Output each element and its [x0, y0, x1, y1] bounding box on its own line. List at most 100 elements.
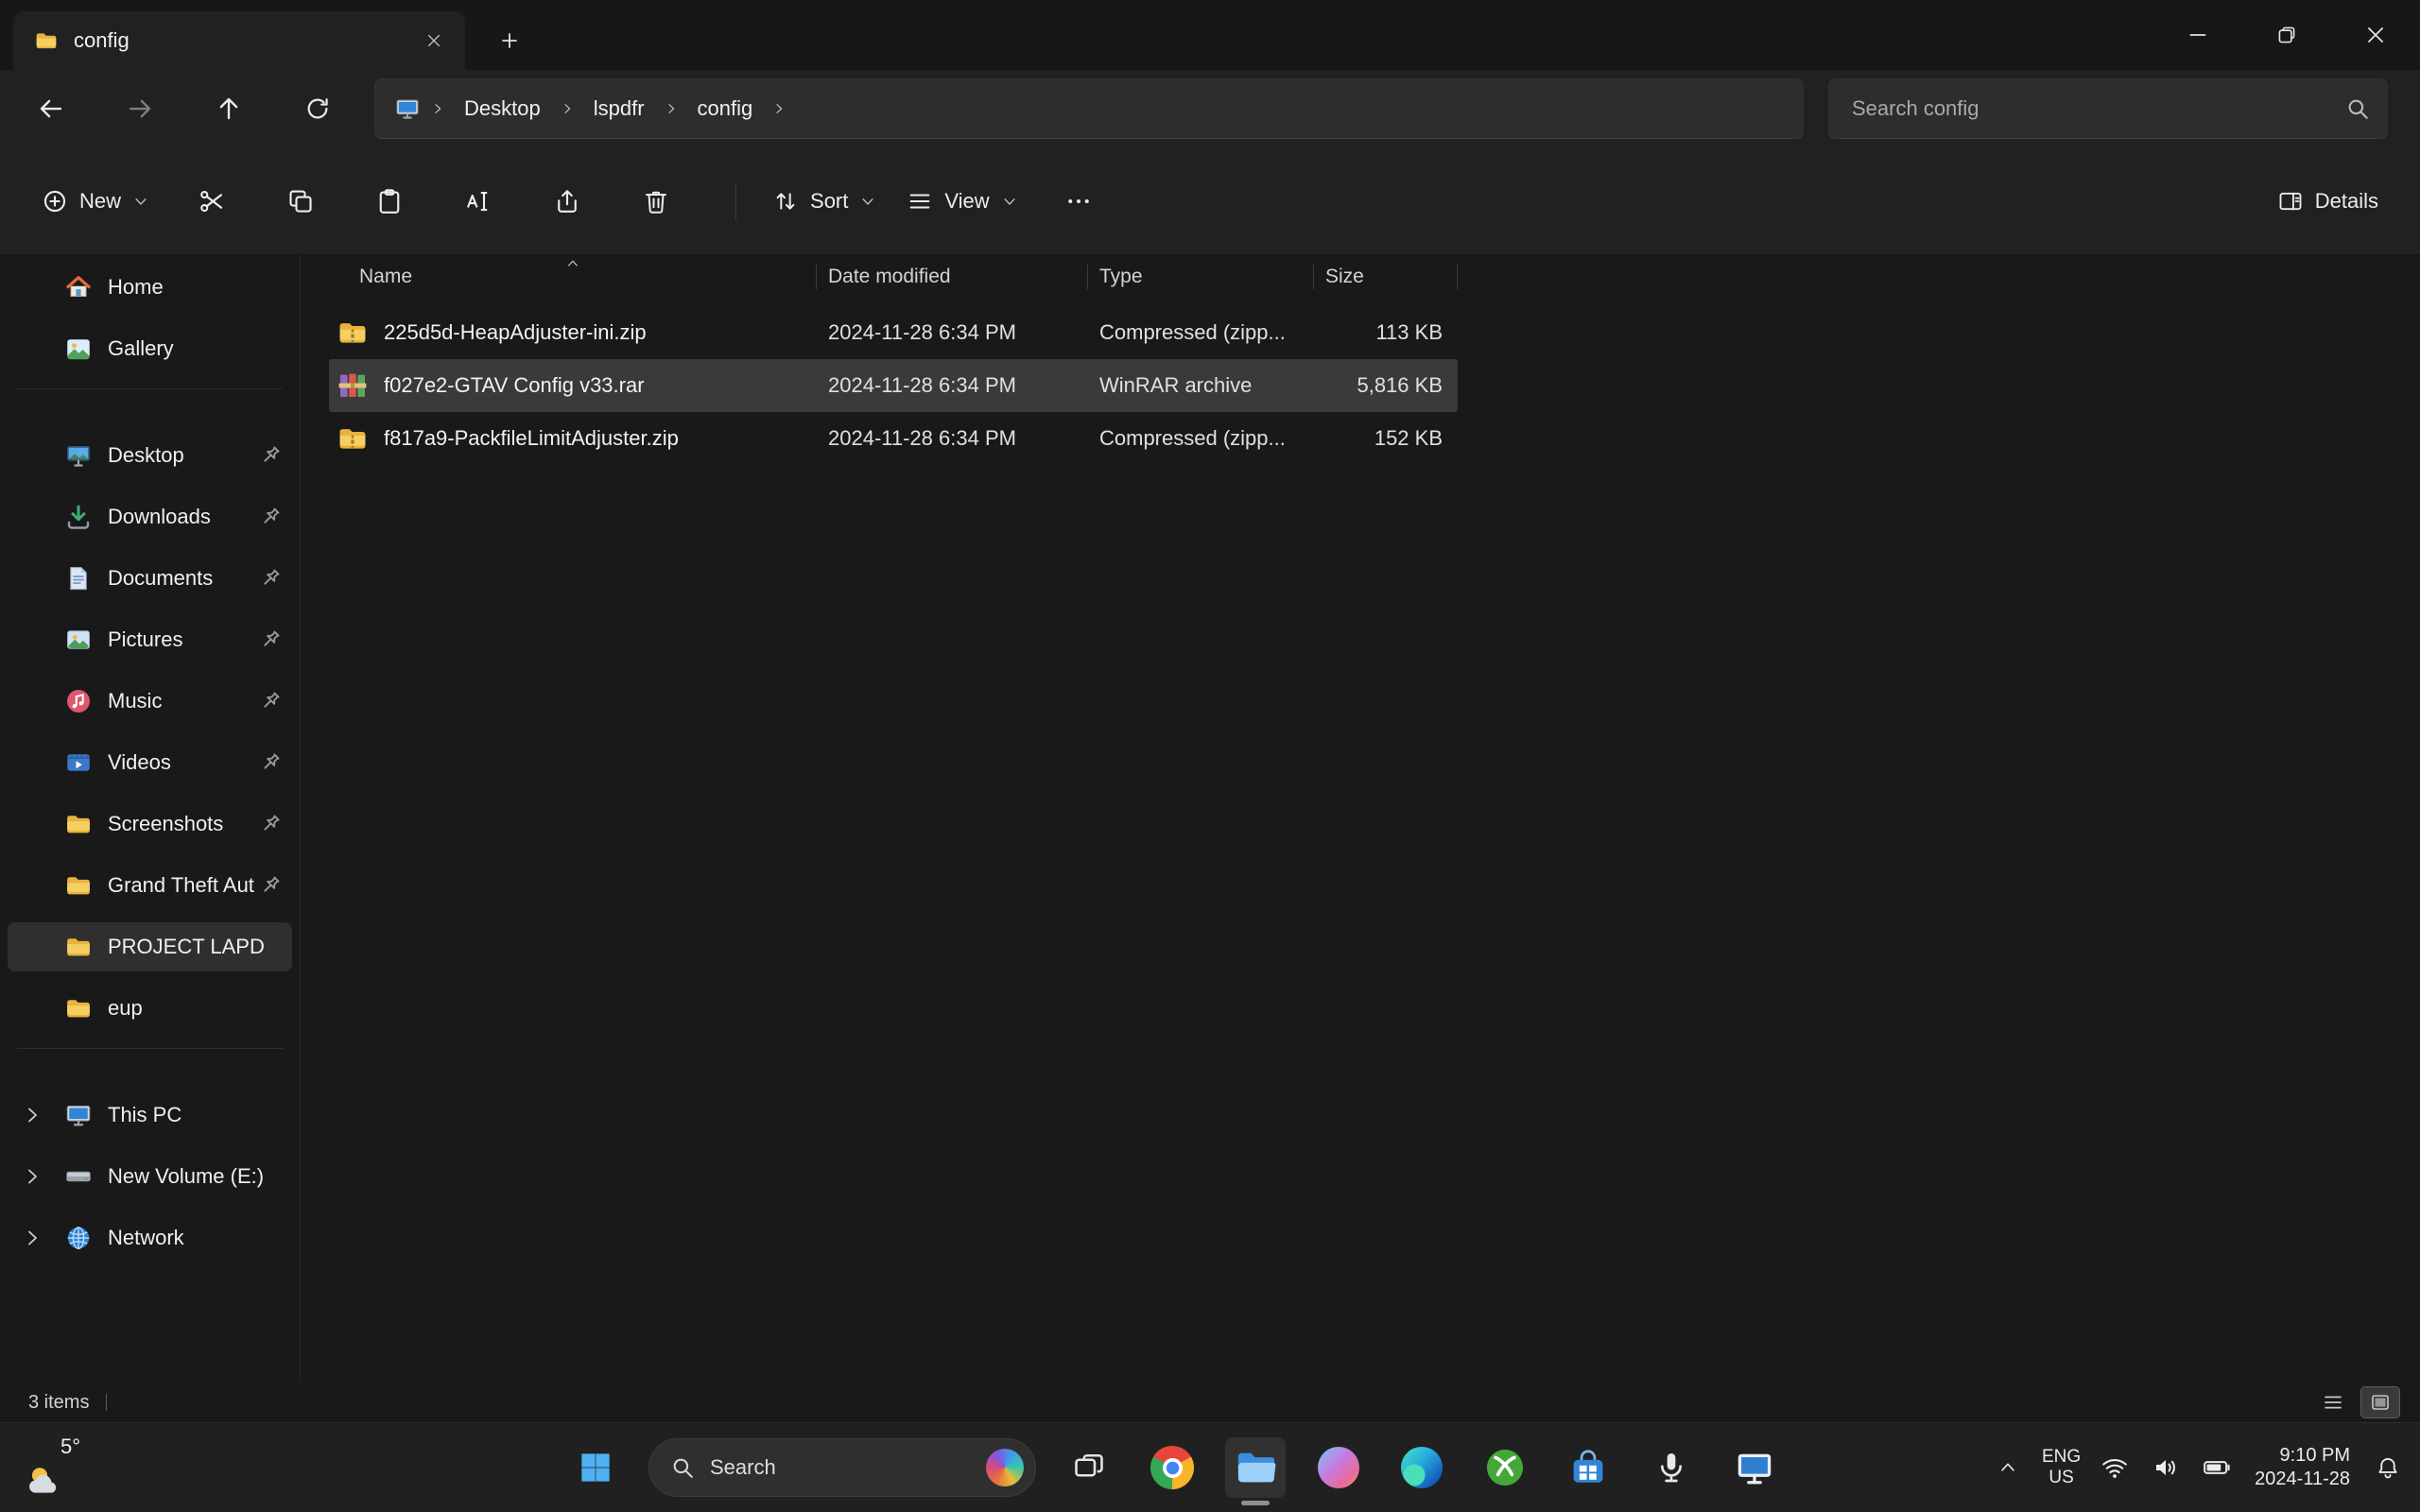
new-tab-button[interactable] [488, 21, 531, 60]
microphone-app-button[interactable] [1641, 1437, 1702, 1498]
cut-button[interactable] [182, 171, 242, 232]
delete-button[interactable] [626, 171, 686, 232]
column-header-type[interactable]: Type [1088, 255, 1314, 299]
view-button[interactable]: View [891, 170, 1032, 232]
sidebar-item-screenshots[interactable]: Screenshots [8, 799, 292, 849]
tab-close-button[interactable] [416, 23, 452, 59]
sidebar-item-music[interactable]: Music [8, 677, 292, 726]
chrome-icon [1150, 1446, 1194, 1489]
breadcrumb-item-desktop[interactable]: Desktop [451, 86, 554, 131]
column-header-date-modified[interactable]: Date modified [817, 255, 1088, 299]
winrar-file-icon [337, 369, 369, 402]
edge-button[interactable] [1392, 1437, 1452, 1498]
sidebar-item-eup[interactable]: eup [8, 984, 292, 1033]
sidebar-item-grand-theft-auto[interactable]: Grand Theft Aut [8, 861, 292, 910]
documents-icon [64, 564, 93, 593]
sidebar-item-videos[interactable]: Videos [8, 738, 292, 787]
clock[interactable]: 9:10 PM 2024-11-28 [2247, 1437, 2358, 1498]
sidebar-item-documents[interactable]: Documents [8, 554, 292, 603]
downloads-icon [64, 503, 93, 531]
sidebar-item-new-volume-e[interactable]: New Volume (E:) [8, 1152, 292, 1201]
sidebar-item-desktop[interactable]: Desktop [8, 431, 292, 480]
breadcrumb-item-lspdfr[interactable]: lspdfr [580, 86, 658, 131]
paste-button[interactable] [359, 171, 420, 232]
pin-icon [258, 566, 283, 591]
maximize-button[interactable] [2242, 0, 2331, 70]
back-button[interactable] [19, 79, 83, 138]
folder-icon [64, 994, 93, 1022]
view-large-thumbnails-button[interactable] [2361, 1387, 2399, 1418]
sidebar-item-gallery[interactable]: Gallery [8, 324, 292, 373]
copy-button[interactable] [270, 171, 331, 232]
details-label: Details [2315, 189, 2378, 214]
drive-icon [64, 1162, 93, 1191]
chevron-right-icon[interactable] [21, 1227, 43, 1249]
view-details-button[interactable] [2314, 1387, 2352, 1418]
taskbar-center: Search [565, 1423, 1785, 1512]
forward-button[interactable] [108, 79, 172, 138]
chevron-right-icon[interactable] [21, 1165, 43, 1188]
pin-icon [258, 443, 283, 468]
share-button[interactable] [537, 171, 597, 232]
breadcrumb-item-config[interactable]: config [684, 86, 767, 131]
battery-icon [2202, 1452, 2232, 1483]
file-row[interactable]: f817a9-PackfileLimitAdjuster.zip 2024-11… [329, 412, 1458, 465]
sidebar-item-home[interactable]: Home [8, 263, 292, 312]
breadcrumb-chevron-icon[interactable] [766, 86, 792, 131]
folder-icon [64, 933, 93, 961]
column-header-size[interactable]: Size [1314, 255, 1458, 299]
folder-icon [34, 28, 59, 53]
bell-icon [2375, 1454, 2401, 1481]
file-size: 113 KB [1314, 320, 1458, 345]
chevron-down-icon [1001, 193, 1018, 210]
microsoft-store-button[interactable] [1558, 1437, 1618, 1498]
refresh-button[interactable] [285, 79, 350, 138]
notifications-button[interactable] [2367, 1437, 2409, 1498]
copilot-button[interactable] [1308, 1437, 1369, 1498]
sort-button[interactable]: Sort [757, 170, 891, 232]
file-size: 5,816 KB [1314, 373, 1458, 398]
music-icon [64, 687, 93, 715]
sidebar-item-project-lapd[interactable]: PROJECT LAPD [8, 922, 292, 971]
start-button[interactable] [565, 1437, 626, 1498]
minimize-button[interactable] [2153, 0, 2242, 70]
breadcrumb-chevron-icon[interactable] [554, 86, 580, 131]
sidebar-item-network[interactable]: Network [8, 1213, 292, 1263]
language-indicator[interactable]: ENG US [2038, 1437, 2084, 1498]
new-button[interactable]: New [26, 170, 164, 232]
display-app-button[interactable] [1724, 1437, 1785, 1498]
search-input[interactable]: Search config [1828, 78, 2388, 139]
details-button[interactable]: Details [2262, 170, 2394, 232]
chevron-right-icon[interactable] [21, 1104, 43, 1126]
breadcrumb-chevron-icon[interactable] [658, 86, 684, 131]
file-explorer-button[interactable] [1225, 1437, 1286, 1498]
tray-expand-button[interactable] [1987, 1437, 2029, 1498]
file-row-selected[interactable]: f027e2-GTAV Config v33.rar 2024-11-28 6:… [329, 359, 1458, 412]
battery-button[interactable] [2196, 1437, 2238, 1498]
breadcrumb-chevron-icon[interactable] [424, 86, 451, 131]
navigation-pane: Home Gallery Desktop Downloads Documents [0, 255, 301, 1383]
sidebar-item-pictures[interactable]: Pictures [8, 615, 292, 664]
weather-widget[interactable]: 5° [15, 1427, 106, 1510]
address-bar[interactable]: Desktop lspdfr config [374, 78, 1804, 139]
file-name: f027e2-GTAV Config v33.rar [384, 373, 645, 398]
sidebar-item-downloads[interactable]: Downloads [8, 492, 292, 541]
sidebar-item-this-pc[interactable]: This PC [8, 1091, 292, 1140]
chevron-up-icon [1997, 1457, 2018, 1478]
up-button[interactable] [197, 79, 261, 138]
volume-button[interactable] [2145, 1437, 2187, 1498]
column-header-name[interactable]: Name [329, 255, 817, 299]
file-row[interactable]: 225d5d-HeapAdjuster-ini.zip 2024-11-28 6… [329, 306, 1458, 359]
more-options-button[interactable] [1048, 171, 1109, 232]
wifi-button[interactable] [2094, 1437, 2135, 1498]
chrome-button[interactable] [1142, 1437, 1202, 1498]
thumbnail-view-icon [2369, 1391, 2392, 1414]
close-button[interactable] [2331, 0, 2420, 70]
rename-button[interactable] [448, 171, 509, 232]
tab-config[interactable]: config [13, 11, 465, 70]
task-view-button[interactable] [1059, 1437, 1119, 1498]
home-icon [64, 273, 93, 301]
xbox-button[interactable] [1475, 1437, 1535, 1498]
taskbar-search[interactable]: Search [648, 1438, 1036, 1497]
file-name: 225d5d-HeapAdjuster-ini.zip [384, 320, 647, 345]
